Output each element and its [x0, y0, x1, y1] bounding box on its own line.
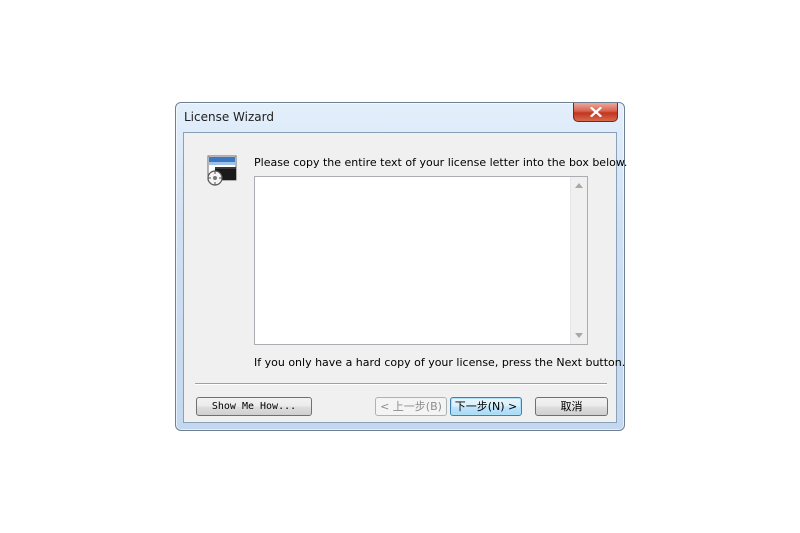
hard-copy-hint-text: If you only have a hard copy of your lic…	[254, 356, 626, 369]
license-text-box[interactable]	[254, 176, 588, 345]
instruction-text: Please copy the entire text of your lice…	[254, 156, 628, 169]
scroll-down-arrow-icon	[575, 333, 583, 338]
scroll-up-button[interactable]	[571, 177, 587, 194]
scroll-down-button[interactable]	[571, 327, 587, 344]
close-icon	[590, 107, 602, 117]
license-wizard-icon	[207, 155, 237, 186]
title-bar[interactable]: License Wizard	[176, 103, 624, 132]
dialog-client-area: Please copy the entire text of your lice…	[183, 132, 627, 423]
show-me-how-button[interactable]: Show Me How...	[196, 397, 312, 416]
license-wizard-window: License Wizard Please copy the entire te…	[175, 102, 627, 431]
scroll-up-arrow-icon	[575, 183, 583, 188]
vertical-scrollbar[interactable]	[570, 177, 587, 344]
back-button[interactable]: < 上一步(B)	[375, 397, 447, 416]
window-title: License Wizard	[184, 110, 274, 124]
license-text-input[interactable]	[255, 177, 571, 344]
close-button[interactable]	[573, 103, 618, 122]
button-separator	[195, 383, 607, 385]
cancel-button[interactable]: 取消	[535, 397, 608, 416]
next-button[interactable]: 下一步(N) >	[450, 397, 522, 416]
